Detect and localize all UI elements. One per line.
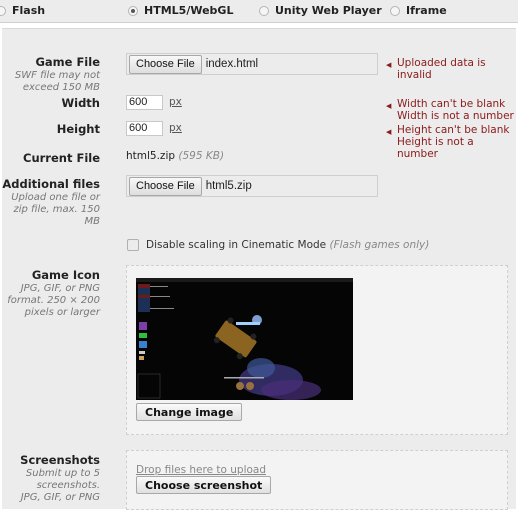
additional-files-label: Additional files <box>2 177 100 191</box>
game-file-error: ◀ Uploaded data is invalid <box>386 57 507 81</box>
game-icon-label: Game Icon <box>31 268 100 282</box>
game-icon-preview <box>136 278 353 400</box>
radio-label: Iframe <box>406 4 447 17</box>
platform-selector: Flash HTML5/WebGL Unity Web Player Ifram… <box>0 0 518 23</box>
error-text: Width is not a number <box>397 110 514 122</box>
additional-files-input[interactable]: Choose File html5.zip <box>126 175 378 197</box>
radio-icon <box>0 5 6 16</box>
width-input[interactable]: 600 <box>126 95 163 110</box>
current-file-name: html5.zip <box>126 150 176 162</box>
cinematic-note: (Flash games only) <box>329 239 430 251</box>
radio-unity[interactable]: Unity Web Player <box>259 4 382 17</box>
error-text: Width can't be blank <box>397 98 506 110</box>
radio-icon <box>259 5 269 16</box>
height-unit: px <box>169 122 182 134</box>
game-file-hint: SWF file may not exceed 150 MB <box>14 70 100 93</box>
selected-filename: html5.zip <box>205 180 252 192</box>
radio-icon <box>390 5 400 16</box>
cinematic-checkbox[interactable] <box>127 239 139 251</box>
current-file-value: html5.zip (595 KB) <box>126 150 224 162</box>
additional-files-hint: Upload one file or zip file, max. 150 MB <box>11 192 100 227</box>
game-file-label: Game File <box>35 55 100 69</box>
error-text: Height can't be blank <box>397 124 510 136</box>
game-icon-hint: JPG, GIF, or PNG format. 250 × 200 pixel… <box>7 283 100 318</box>
choose-screenshot-button[interactable]: Choose screenshot <box>136 476 272 494</box>
screenshots-hint: Submit up to 5 screenshots. JPG, GIF, or… <box>20 468 100 503</box>
error-arrow-icon: ◀ <box>386 102 392 110</box>
radio-html5[interactable]: HTML5/WebGL <box>128 4 233 17</box>
choose-file-button[interactable]: Choose File <box>129 54 202 74</box>
current-file-label: Current File <box>23 151 100 165</box>
selected-filename: index.html <box>205 58 259 70</box>
radio-iframe[interactable]: Iframe <box>390 4 447 17</box>
error-text: Height is not a number <box>397 136 474 160</box>
drop-files-text: Drop files here to upload <box>136 464 267 476</box>
game-icon-dropzone[interactable]: Change image <box>126 265 508 435</box>
error-arrow-icon: ◀ <box>386 128 392 136</box>
height-error: ◀ Height can't be blank Height is not a … <box>386 124 518 160</box>
error-arrow-icon: ◀ <box>386 61 392 69</box>
current-file-size: (595 KB) <box>178 150 225 162</box>
height-label: Height <box>56 122 100 136</box>
height-input[interactable]: 600 <box>126 121 163 136</box>
screenshots-dropzone[interactable]: Drop files here to upload Choose screens… <box>126 450 508 510</box>
cinematic-label[interactable]: Disable scaling in Cinematic Mode (Flash… <box>146 239 429 251</box>
width-label: Width <box>61 96 100 110</box>
game-file-input[interactable]: Choose File index.html <box>126 53 378 75</box>
radio-label: Flash <box>12 4 46 17</box>
radio-label: Unity Web Player <box>275 4 382 17</box>
screenshots-label: Screenshots <box>20 453 100 467</box>
game-screenshot-image <box>136 278 353 400</box>
choose-file-button[interactable]: Choose File <box>129 176 202 196</box>
error-text: Uploaded data is invalid <box>397 57 486 81</box>
cinematic-label-text: Disable scaling in Cinematic Mode <box>146 239 327 251</box>
change-image-button[interactable]: Change image <box>136 403 243 421</box>
width-error: ◀ Width can't be blank Width is not a nu… <box>386 98 514 122</box>
radio-checked-icon <box>128 5 138 16</box>
radio-flash[interactable]: Flash <box>0 4 45 17</box>
width-unit: px <box>169 96 182 108</box>
radio-label: HTML5/WebGL <box>144 4 234 17</box>
